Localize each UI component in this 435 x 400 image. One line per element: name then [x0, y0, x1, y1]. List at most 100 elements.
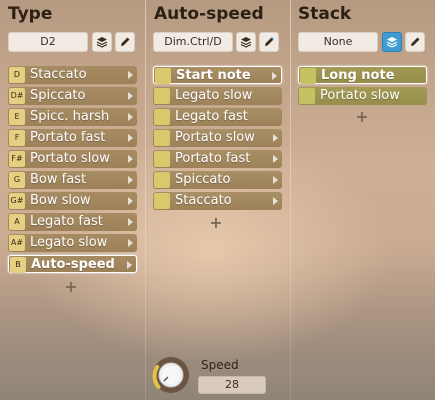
speed-value-field[interactable]: 28 [198, 376, 266, 394]
color-swatch [155, 68, 171, 84]
column-divider-1 [145, 0, 146, 400]
color-swatch [154, 130, 170, 146]
knob-dial-icon [152, 357, 189, 393]
type-item-staccato[interactable]: D Staccato [8, 66, 137, 84]
type-panel-title: Type [8, 4, 53, 24]
type-item-bow-fast[interactable]: G Bow fast [8, 171, 137, 189]
color-swatch [154, 193, 170, 209]
column-divider-2 [290, 0, 291, 400]
stack-layers-button[interactable] [382, 32, 402, 52]
color-swatch [300, 68, 316, 84]
chevron-right-icon[interactable] [272, 72, 277, 80]
type-selector[interactable]: D2 [8, 32, 88, 52]
note-key-badge: G [9, 172, 25, 188]
chevron-right-icon[interactable] [128, 176, 133, 184]
pencil-icon [121, 37, 130, 46]
type-item-label: Staccato [30, 67, 87, 82]
type-item-label: Portato slow [30, 151, 110, 166]
stack-add-button[interactable]: + [355, 109, 369, 125]
stack-edit-button[interactable] [405, 32, 425, 52]
type-item-label: Auto-speed [31, 257, 115, 272]
type-item-legato-fast[interactable]: A Legato fast [8, 213, 137, 231]
auto-speed-selector[interactable]: Dim.Ctrl/D [153, 32, 233, 52]
stack-item-label: Portato slow [320, 88, 400, 103]
color-swatch [154, 109, 170, 125]
stack-item-portato-slow[interactable]: Portato slow [298, 87, 427, 105]
speed-knob[interactable] [151, 355, 191, 395]
auto-speed-item-label: Staccato [175, 193, 232, 208]
type-stack-button[interactable] [92, 32, 112, 52]
note-key-badge: G# [9, 193, 25, 209]
type-item-spicc-harsh[interactable]: E Spicc. harsh [8, 108, 137, 126]
auto-speed-item-staccato[interactable]: Staccato [153, 192, 282, 210]
auto-speed-item-label: Portato slow [175, 130, 255, 145]
auto-speed-item-portato-fast[interactable]: Portato fast [153, 150, 282, 168]
stack-selector[interactable]: None [298, 32, 378, 52]
note-key-badge: F [9, 130, 25, 146]
stack-item-long-note[interactable]: Long note [298, 66, 427, 84]
stack-panel-title: Stack [298, 4, 352, 24]
layers-icon [96, 37, 108, 48]
auto-speed-item-legato-slow[interactable]: Legato slow [153, 87, 282, 105]
type-item-spiccato[interactable]: D# Spiccato [8, 87, 137, 105]
type-edit-button[interactable] [115, 32, 135, 52]
stack-item-label: Long note [321, 68, 395, 83]
type-item-auto-speed[interactable]: B Auto-speed [8, 255, 137, 273]
auto-speed-item-label: Legato slow [175, 88, 253, 103]
auto-speed-item-portato-slow[interactable]: Portato slow [153, 129, 282, 147]
type-item-legato-slow[interactable]: A# Legato slow [8, 234, 137, 252]
type-item-label: Bow slow [30, 193, 91, 208]
type-item-label: Legato slow [30, 235, 108, 250]
chevron-right-icon[interactable] [273, 197, 278, 205]
chevron-right-icon[interactable] [273, 155, 278, 163]
auto-speed-item-label: Spiccato [175, 172, 231, 187]
auto-speed-item-start-note[interactable]: Start note [153, 66, 282, 84]
chevron-right-icon[interactable] [127, 261, 132, 269]
chevron-right-icon[interactable] [128, 113, 133, 121]
note-key-badge: D# [9, 88, 25, 104]
type-item-portato-slow[interactable]: F# Portato slow [8, 150, 137, 168]
color-swatch [299, 88, 315, 104]
type-item-label: Portato fast [30, 130, 106, 145]
type-item-bow-slow[interactable]: G# Bow slow [8, 192, 137, 210]
chevron-right-icon[interactable] [128, 155, 133, 163]
note-key-badge: F# [9, 151, 25, 167]
chevron-right-icon[interactable] [128, 71, 133, 79]
chevron-right-icon[interactable] [128, 239, 133, 247]
layers-icon [240, 37, 252, 48]
color-swatch [154, 172, 170, 188]
pencil-icon [411, 37, 420, 46]
auto-speed-item-label: Portato fast [175, 151, 251, 166]
auto-speed-item-spiccato[interactable]: Spiccato [153, 171, 282, 189]
speed-label: Speed [201, 358, 239, 372]
auto-speed-item-label: Legato fast [175, 109, 248, 124]
auto-speed-item-legato-fast[interactable]: Legato fast [153, 108, 282, 126]
note-key-badge: A [9, 214, 25, 230]
type-item-label: Bow fast [30, 172, 87, 187]
chevron-right-icon[interactable] [128, 92, 133, 100]
pencil-icon [265, 36, 275, 46]
auto-speed-edit-button[interactable] [259, 32, 279, 52]
note-key-badge: B [10, 257, 26, 273]
auto-speed-selector-value: Dim.Ctrl/D [164, 35, 222, 48]
auto-speed-item-label: Start note [176, 68, 251, 83]
type-selector-value: D2 [40, 35, 56, 48]
type-item-portato-fast[interactable]: F Portato fast [8, 129, 137, 147]
auto-speed-stack-button[interactable] [236, 32, 256, 52]
chevron-right-icon[interactable] [128, 218, 133, 226]
color-swatch [154, 151, 170, 167]
auto-speed-panel-title: Auto-speed [154, 4, 264, 24]
layers-icon [386, 37, 398, 48]
note-key-badge: A# [9, 235, 25, 251]
chevron-right-icon[interactable] [273, 176, 278, 184]
note-key-badge: D [9, 67, 25, 83]
type-item-label: Spiccato [30, 88, 86, 103]
auto-speed-add-button[interactable]: + [209, 215, 223, 231]
chevron-right-icon[interactable] [128, 134, 133, 142]
color-swatch [154, 88, 170, 104]
note-key-badge: E [9, 109, 25, 125]
chevron-right-icon[interactable] [273, 134, 278, 142]
chevron-right-icon[interactable] [128, 197, 133, 205]
stack-selector-value: None [323, 35, 353, 48]
type-add-button[interactable]: + [64, 279, 78, 295]
